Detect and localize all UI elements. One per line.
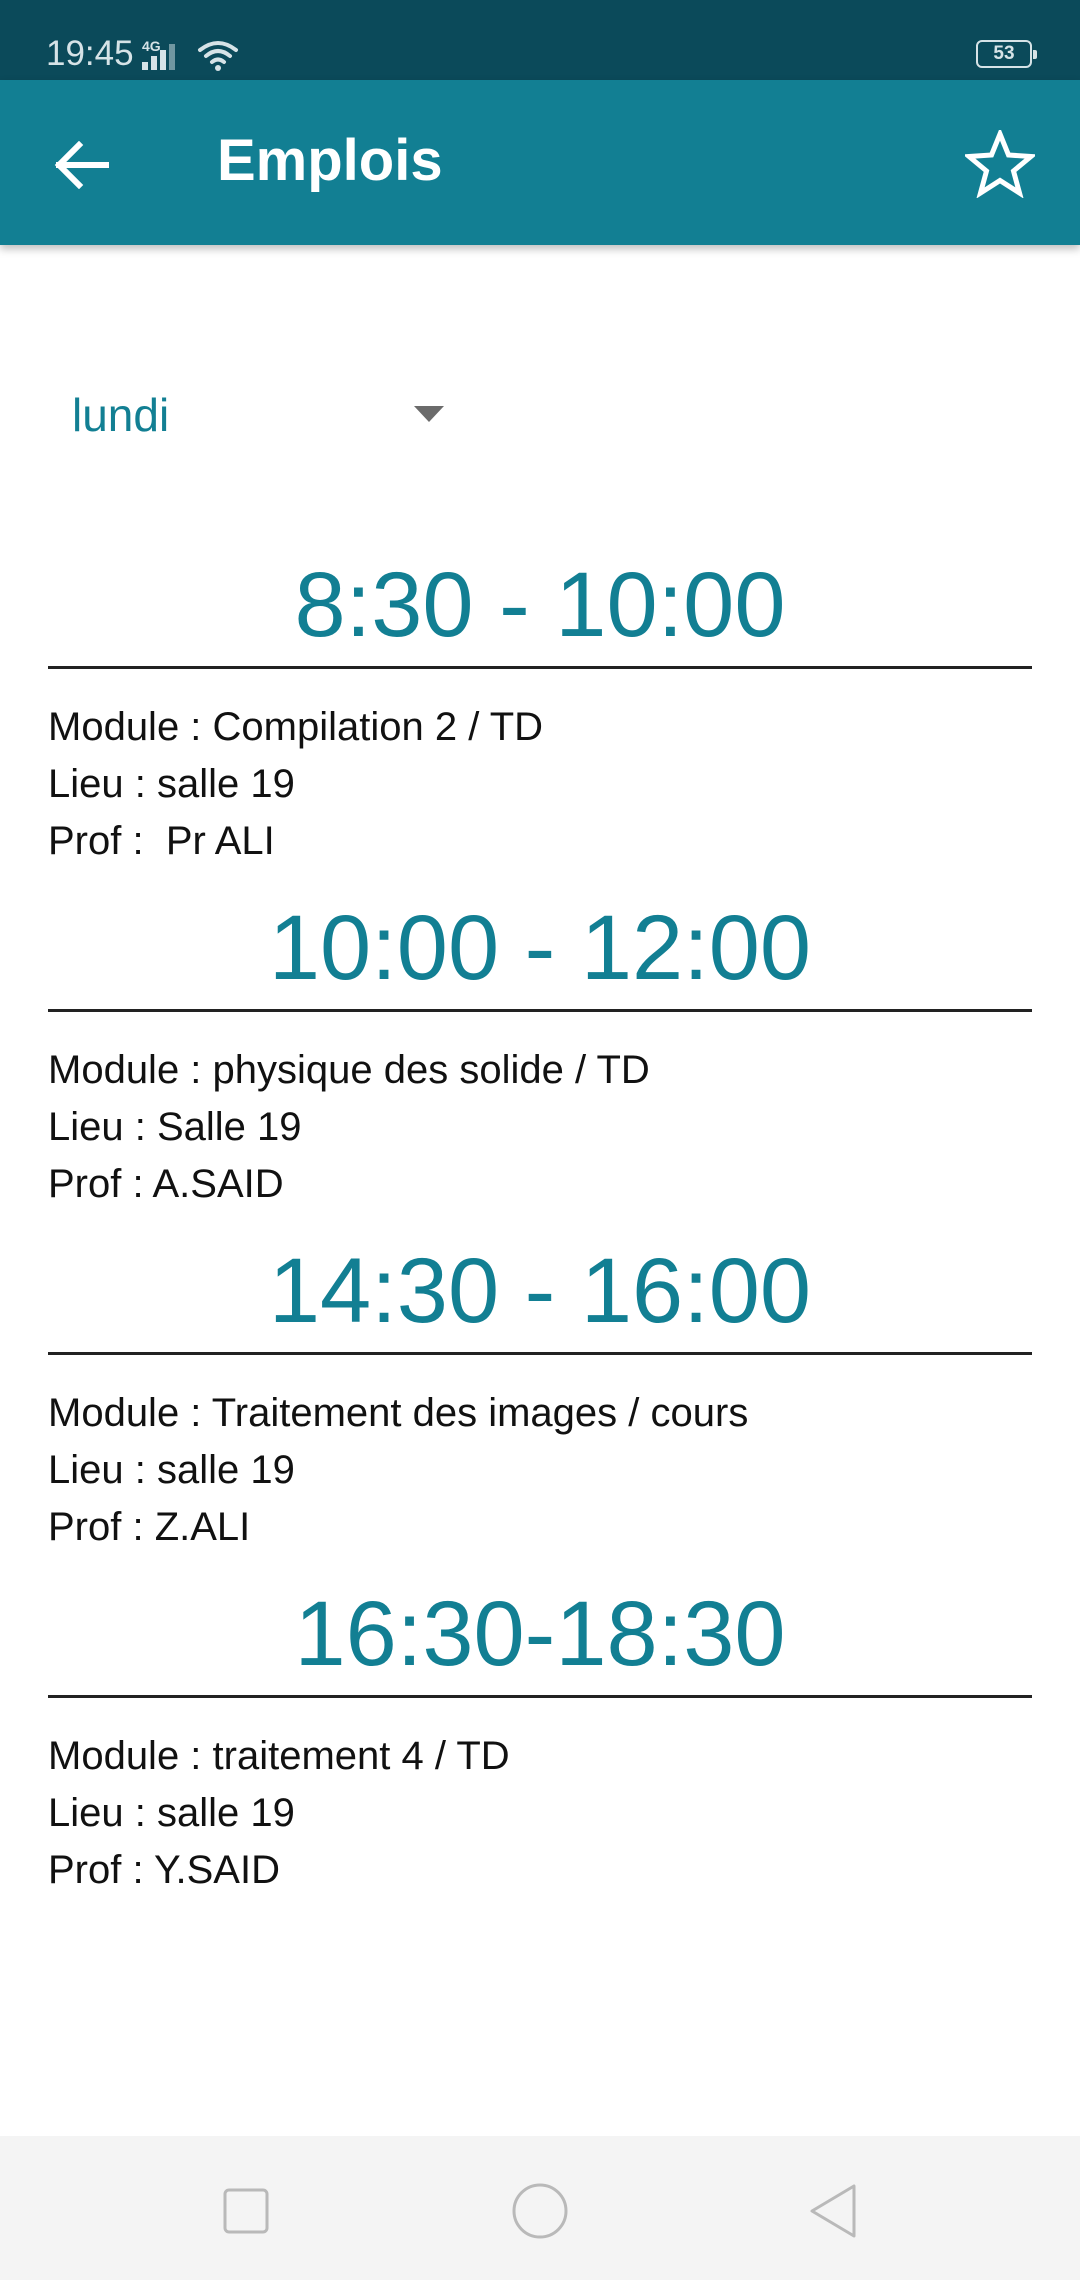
slot-time: 8:30 - 10:00 <box>294 554 786 656</box>
system-nav-bar <box>0 2136 1080 2280</box>
slot-professor: Prof : Pr ALI <box>48 819 275 863</box>
slot-time: 10:00 - 12:00 <box>268 897 812 999</box>
schedule-slot: 8:30 - 10:00 Module : Compilation 2 / TD… <box>48 550 1032 893</box>
app-bar: Emplois <box>0 80 1080 245</box>
slot-module: Module : Compilation 2 / TD <box>48 705 544 749</box>
arrow-left-icon <box>54 141 109 189</box>
day-dropdown-value: lundi <box>72 389 170 441</box>
home-circle-icon <box>512 2183 568 2239</box>
slot-location: Lieu : Salle 19 <box>48 1105 302 1149</box>
page-title: Emplois <box>217 128 443 193</box>
day-dropdown[interactable]: lundi <box>72 380 452 450</box>
battery-icon: 53 <box>976 40 1037 68</box>
slot-module: Module : physique des solide / TD <box>48 1048 650 1092</box>
slot-module: Module : Traitement des images / cours <box>48 1391 749 1435</box>
back-nav-button[interactable] <box>798 2176 868 2246</box>
recents-button[interactable] <box>211 2176 281 2246</box>
slot-details: Module : Compilation 2 / TD Lieu : salle… <box>48 669 1032 870</box>
favorite-button[interactable] <box>960 124 1040 204</box>
status-time: 19:45 <box>46 34 134 73</box>
slot-details: Module : Traitement des images / cours L… <box>48 1355 1032 1556</box>
slot-time: 16:30-18:30 <box>294 1583 786 1685</box>
signal-icon: 4G <box>140 38 184 72</box>
status-icons: 4G <box>140 36 240 72</box>
slot-professor: Prof : Y.SAID <box>48 1848 280 1892</box>
slot-location: Lieu : salle 19 <box>48 762 295 806</box>
schedule-list: 8:30 - 10:00 Module : Compilation 2 / TD… <box>48 550 1032 1922</box>
slot-time: 14:30 - 16:00 <box>268 1240 812 1342</box>
schedule-slot: 10:00 - 12:00 Module : physique des soli… <box>48 893 1032 1236</box>
wifi-icon <box>198 41 238 71</box>
schedule-slot: 14:30 - 16:00 Module : Traitement des im… <box>48 1236 1032 1579</box>
caret-down-icon <box>414 406 444 422</box>
slot-professor: Prof : A.SAID <box>48 1162 284 1206</box>
back-triangle-icon <box>810 2184 856 2238</box>
network-type-label: 4G <box>142 38 161 54</box>
home-button[interactable] <box>505 2176 575 2246</box>
slot-location: Lieu : salle 19 <box>48 1448 295 1492</box>
schedule-slot: 16:30-18:30 Module : traitement 4 / TD L… <box>48 1579 1032 1922</box>
status-bar: 19:45 4G 53 <box>0 0 1080 80</box>
slot-details: Module : traitement 4 / TD Lieu : salle … <box>48 1698 1032 1899</box>
slot-professor: Prof : Z.ALI <box>48 1505 251 1549</box>
slot-details: Module : physique des solide / TD Lieu :… <box>48 1012 1032 1213</box>
slot-module: Module : traitement 4 / TD <box>48 1734 510 1778</box>
slot-location: Lieu : salle 19 <box>48 1791 295 1835</box>
back-button[interactable] <box>46 130 116 200</box>
battery-level: 53 <box>993 43 1015 64</box>
star-outline-icon <box>965 130 1035 198</box>
recents-square-icon <box>223 2188 269 2234</box>
